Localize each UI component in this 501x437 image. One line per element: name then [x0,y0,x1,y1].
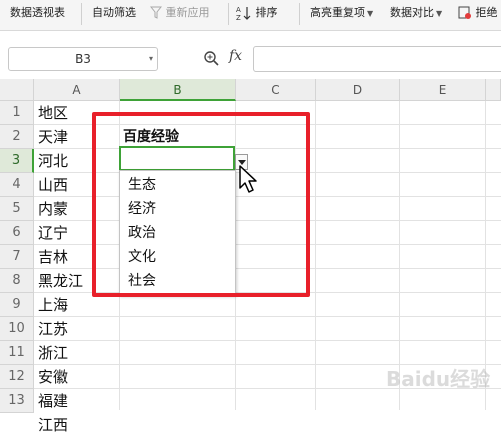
zoom-icon[interactable] [203,50,219,66]
cell-a1[interactable]: 地区 [38,101,68,125]
grid-line [34,316,501,317]
data-compare-button[interactable]: 数据对比 ▼ [390,4,442,22]
row-header[interactable]: 9 [0,293,34,317]
ribbon-toolbar: 数据透视表 自动筛选 重新应用 A Z 排序 高亮重复项 ▼ 数据对比 ▼ 拒绝 [0,0,501,31]
grid-line [34,340,501,341]
reapply-button[interactable]: 重新应用 [150,4,210,22]
row-header[interactable]: 12 [0,365,34,389]
column-header-e[interactable]: E [400,79,486,101]
reject-label: 拒绝 [475,6,498,19]
highlight-duplicates-label: 高亮重复项 [310,6,365,19]
cell-a7[interactable]: 吉林 [38,245,68,269]
reject-icon [458,6,471,19]
reapply-label: 重新应用 [165,6,210,19]
row-header-selected[interactable]: 3 [0,149,34,173]
formula-input[interactable] [253,46,501,72]
svg-text:Z: Z [236,14,241,21]
toolbar-separator [299,3,300,25]
row-header[interactable]: 13 [0,389,34,413]
row-header[interactable]: 11 [0,341,34,365]
row-header[interactable]: 6 [0,221,34,245]
select-all-corner[interactable] [0,79,34,101]
annotation-highlight-box [92,112,310,297]
chevron-down-icon[interactable]: ▾ [149,48,153,70]
row-header[interactable]: 7 [0,245,34,269]
cell-a5[interactable]: 内蒙 [38,197,68,221]
row-header[interactable]: 10 [0,317,34,341]
column-header-f[interactable] [486,79,501,101]
autofilter-button[interactable]: 自动筛选 [92,4,136,22]
cell-a13[interactable]: 福建 [38,389,68,413]
cell-a14[interactable]: 江西 [38,413,68,437]
column-header-c[interactable]: C [236,79,316,101]
cell-a2[interactable]: 天津 [38,125,68,149]
row-header[interactable]: 8 [0,269,34,293]
sort-az-icon: A Z [236,6,251,21]
cell-a12[interactable]: 安徽 [38,365,68,389]
data-compare-label: 数据对比 [390,6,434,19]
chevron-down-icon: ▼ [367,9,374,18]
reject-button[interactable]: 拒绝 [458,4,498,22]
svg-text:A: A [236,6,241,14]
function-icon[interactable]: fx [229,48,242,64]
row-header[interactable]: 4 [0,173,34,197]
cell-a3[interactable]: 河北 [38,149,68,173]
row-header[interactable]: 5 [0,197,34,221]
filter-icon [150,6,162,19]
watermark-text: Baidu经验 [386,367,490,391]
name-box[interactable]: B3 ▾ [8,47,158,71]
row-header[interactable]: 1 [0,101,34,125]
chevron-down-icon: ▼ [436,9,443,18]
cell-a10[interactable]: 江苏 [38,317,68,341]
sort-label: 排序 [255,6,278,19]
toolbar-separator [81,3,82,25]
highlight-duplicates-button[interactable]: 高亮重复项 ▼ [310,4,373,22]
sort-button[interactable]: A Z 排序 [236,4,278,22]
cell-a9[interactable]: 上海 [38,293,68,317]
row-header[interactable]: 2 [0,125,34,149]
cell-a11[interactable]: 浙江 [38,341,68,365]
column-header-a[interactable]: A [34,79,120,101]
column-header-d[interactable]: D [316,79,400,101]
cell-a6[interactable]: 辽宁 [38,221,68,245]
pivot-table-button[interactable]: 数据透视表 [10,4,65,22]
cell-a4[interactable]: 山西 [38,173,68,197]
grid-line [315,101,316,410]
column-header-b[interactable]: B [120,79,236,101]
toolbar-separator [228,3,229,25]
cell-a8[interactable]: 黑龙江 [38,269,83,293]
baidu-watermark-logo: Baidu经验 [386,367,490,391]
name-box-value: B3 [75,52,91,66]
mouse-cursor-icon [239,165,257,193]
